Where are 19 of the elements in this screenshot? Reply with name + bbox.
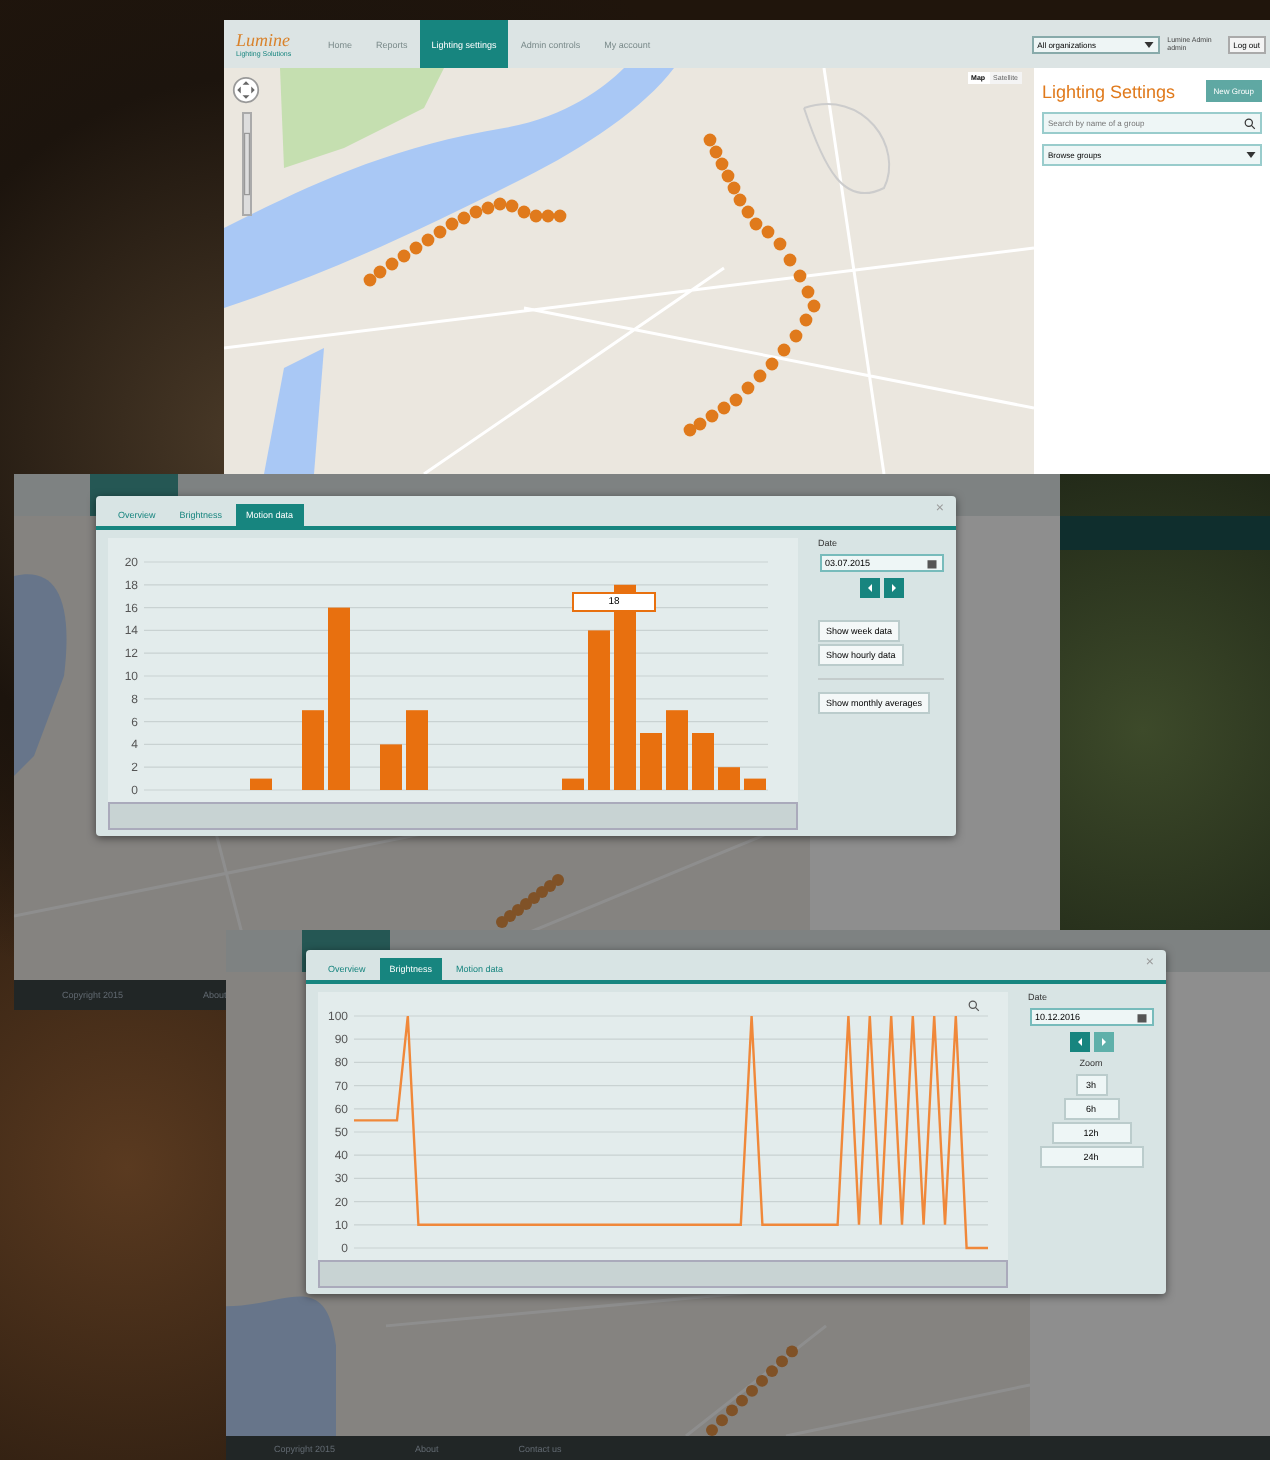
- pan-control-icon[interactable]: [232, 76, 260, 104]
- logo-text: Lumine: [236, 31, 292, 49]
- chart-bar: [302, 710, 324, 790]
- chart-bar: [380, 744, 402, 790]
- calendar-icon[interactable]: [1135, 1011, 1147, 1023]
- chart-bar: [666, 710, 688, 790]
- chart-bar: [692, 733, 714, 790]
- calendar-icon[interactable]: [925, 557, 937, 569]
- caret-icon: [1246, 152, 1256, 158]
- chart-bar: [562, 778, 584, 790]
- chart-bar: [744, 778, 766, 790]
- zoom-reset-icon[interactable]: [968, 1000, 980, 1012]
- search-icon[interactable]: [1244, 117, 1256, 129]
- chart-bar: [718, 767, 740, 790]
- chart-bar: [406, 710, 428, 790]
- chart-bar: [250, 778, 272, 790]
- caret-icon: [1143, 41, 1154, 47]
- chart-bar: [640, 733, 662, 790]
- panel-title: Lighting Settings: [1042, 81, 1176, 101]
